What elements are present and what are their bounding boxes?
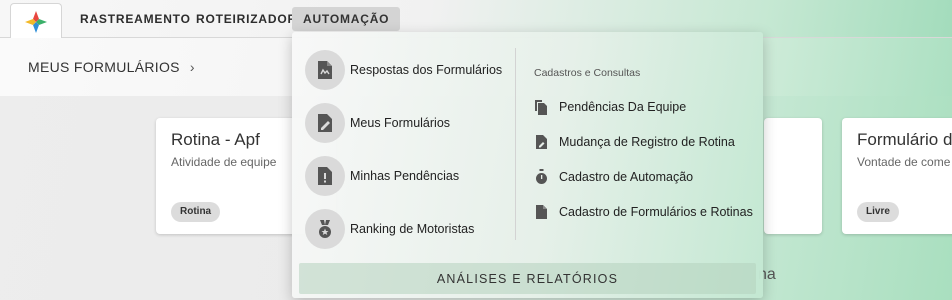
- menu-divider: [515, 48, 516, 240]
- menu-item-meus-formularios[interactable]: Meus Formulários: [305, 103, 450, 143]
- card-type-chip: Rotina: [171, 202, 221, 222]
- menu-item-respostas[interactable]: Respostas dos Formulários: [305, 50, 502, 90]
- nav-automacao[interactable]: AUTOMAÇÃO: [292, 7, 401, 31]
- app-logo-icon: [25, 10, 47, 33]
- breadcrumb: MEUS FORMULÁRIOS ›: [28, 59, 195, 75]
- menu-item-pendencias-equipe[interactable]: Pendências Da Equipe: [534, 97, 686, 117]
- card-subtitle: Vontade de come: [857, 155, 951, 169]
- copy-files-icon: [534, 98, 548, 116]
- chevron-right-icon: ›: [189, 59, 195, 75]
- card-subtitle: Atividade de equipe: [171, 155, 277, 169]
- menu-item-label: Cadastro de Formulários e Rotinas: [559, 205, 753, 219]
- nav-roteirizador[interactable]: ROTEIRIZADOR: [185, 7, 308, 31]
- menu-item-cadastro-formularios[interactable]: Cadastro de Formulários e Rotinas: [534, 202, 753, 222]
- medal-icon: [305, 209, 345, 249]
- breadcrumb-label[interactable]: MEUS FORMULÁRIOS: [28, 59, 180, 75]
- analises-relatorios-button[interactable]: ANÁLISES E RELATÓRIOS: [299, 263, 756, 294]
- card-type-chip: Livre: [857, 202, 899, 222]
- menu-item-label: Minhas Pendências: [350, 169, 460, 183]
- document-icon: [534, 203, 548, 221]
- menu-item-label: Ranking de Motoristas: [350, 222, 475, 236]
- stopwatch-icon: [534, 168, 548, 186]
- automacao-dropdown-menu: Respostas dos Formulários Meus Formulári…: [292, 32, 763, 298]
- card-title: Rotina - Apf: [171, 130, 260, 149]
- nav-rastreamento[interactable]: RASTREAMENTO: [69, 7, 202, 31]
- submenu-heading: Cadastros e Consultas: [534, 67, 641, 79]
- menu-item-minhas-pendencias[interactable]: Minhas Pendências: [305, 156, 459, 196]
- file-edit-icon: [534, 133, 548, 151]
- menu-item-label: Mudança de Registro de Rotina: [559, 135, 735, 149]
- menu-item-label: Respostas dos Formulários: [350, 63, 503, 77]
- form-edit-icon: [305, 103, 345, 143]
- menu-item-label: Cadastro de Automação: [559, 170, 694, 184]
- menu-item-ranking[interactable]: Ranking de Motoristas: [305, 209, 474, 249]
- home-logo-tab[interactable]: [10, 3, 62, 39]
- menu-item-cadastro-automacao[interactable]: Cadastro de Automação: [534, 167, 693, 187]
- menu-item-label: Meus Formulários: [350, 116, 451, 130]
- form-response-icon: [305, 50, 345, 90]
- menu-item-label: Pendências Da Equipe: [559, 100, 687, 114]
- form-card-partial[interactable]: [764, 118, 822, 234]
- pending-alert-icon: [305, 156, 345, 196]
- card-title: Formulário d: [857, 130, 952, 149]
- menu-item-mudanca-registro[interactable]: Mudança de Registro de Rotina: [534, 132, 735, 152]
- form-card[interactable]: Formulário d Vontade de come Livre: [842, 118, 952, 234]
